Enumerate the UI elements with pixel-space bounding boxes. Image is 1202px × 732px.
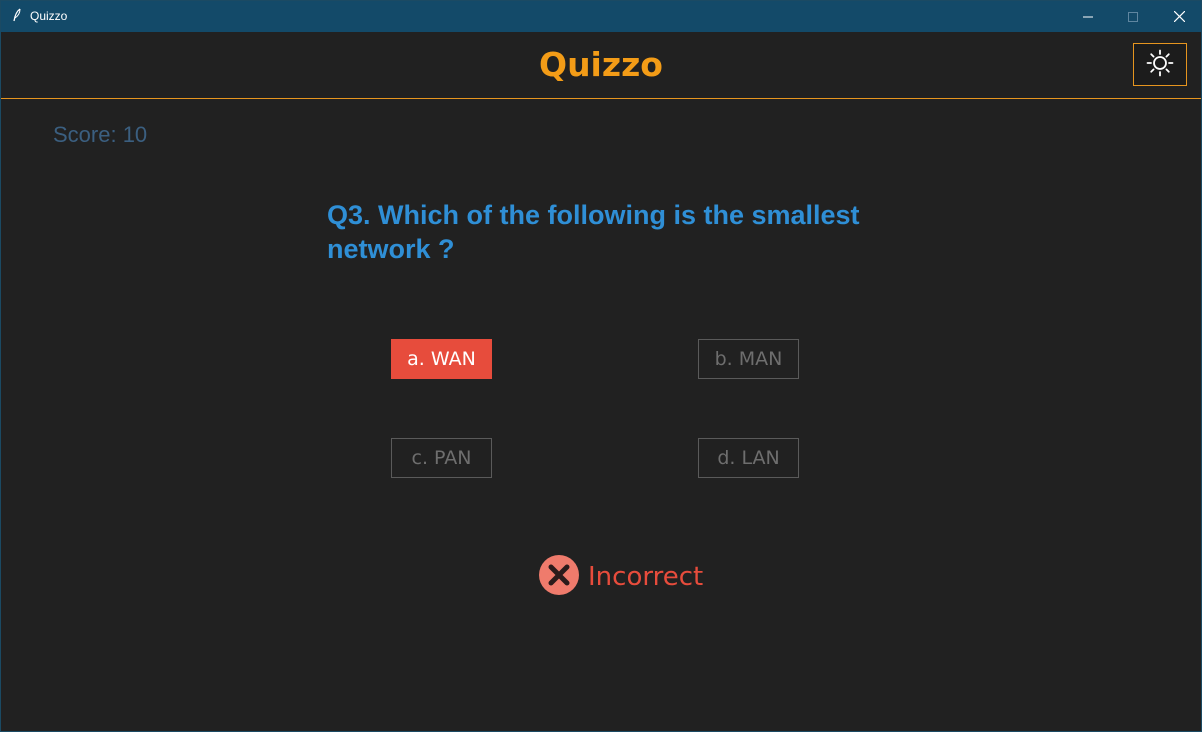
option-a-button[interactable]: a. WAN [391,339,492,379]
maximize-icon [1128,7,1138,26]
app-heading: Quizzo [539,45,663,84]
close-icon [1173,7,1185,26]
app-header: Quizzo [1,32,1201,99]
app-window: Quizzo Quizzo Score: 10 Q3. Which of the… [0,0,1202,732]
sun-icon [1146,49,1174,81]
minimize-button[interactable] [1065,1,1111,32]
x-circle-icon [538,554,580,600]
theme-toggle-button[interactable] [1133,43,1187,86]
minimize-icon [1083,7,1093,26]
option-c-button[interactable]: c. PAN [391,438,492,478]
option-b-button[interactable]: b. MAN [698,339,799,379]
feedback-text: Incorrect [588,562,704,592]
title-bar[interactable]: Quizzo [1,1,1201,32]
close-button[interactable] [1156,1,1202,32]
score-label: Score: 10 [53,122,148,147]
question-text: Q3. Which of the following is the smalle… [327,200,860,264]
option-d-button[interactable]: d. LAN [698,438,799,478]
feedback-message: Incorrect [538,554,704,600]
maximize-button[interactable] [1110,1,1156,32]
window-title: Quizzo [30,9,68,23]
feather-icon [12,8,22,23]
